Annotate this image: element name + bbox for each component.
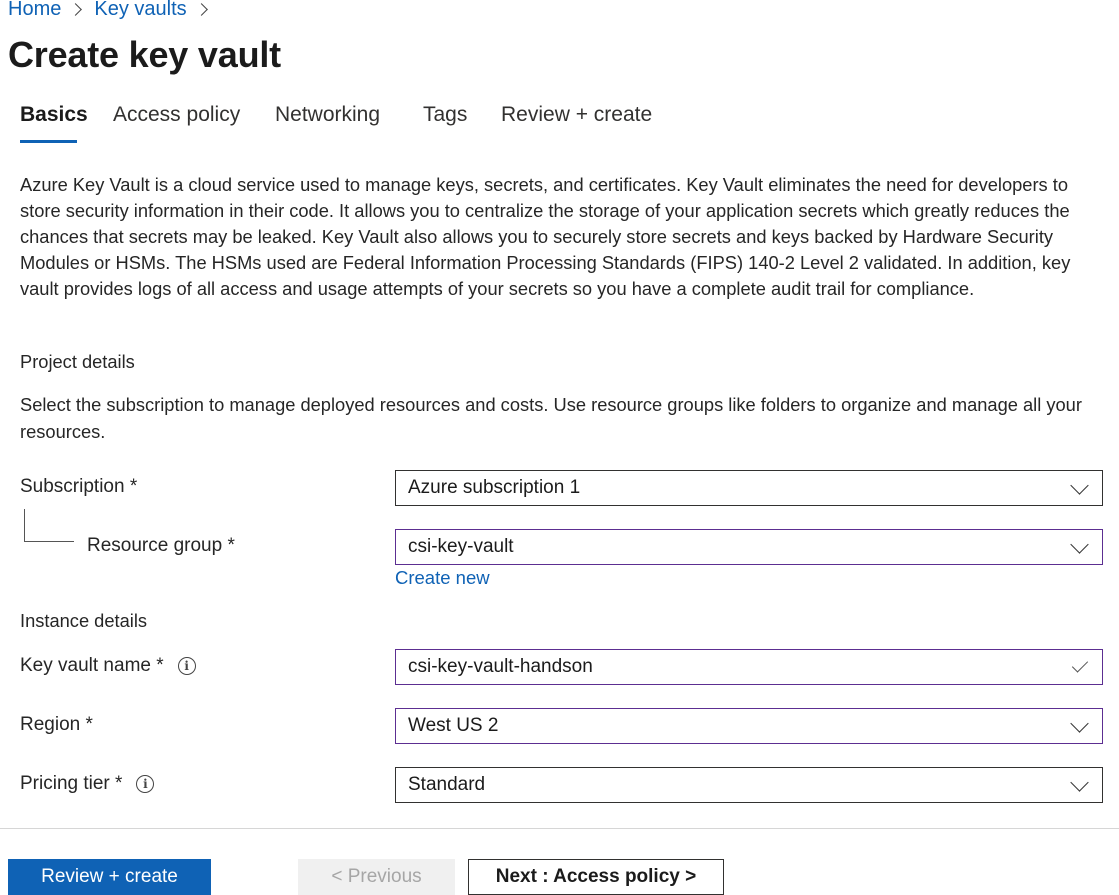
chevron-down-icon bbox=[1070, 714, 1089, 733]
next-access-policy-button[interactable]: Next : Access policy > bbox=[468, 859, 724, 895]
tree-connector bbox=[24, 509, 74, 542]
key-vault-name-input[interactable]: csi-key-vault-handson bbox=[395, 649, 1103, 685]
resource-group-label-text: Resource group * bbox=[87, 535, 235, 556]
resource-group-dropdown[interactable]: csi-key-vault bbox=[395, 529, 1103, 565]
chevron-right-icon bbox=[194, 2, 208, 16]
instance-details-heading: Instance details bbox=[20, 610, 148, 631]
chevron-down-icon bbox=[1070, 535, 1089, 554]
review-create-button[interactable]: Review + create bbox=[8, 859, 211, 895]
subscription-label-text: Subscription * bbox=[20, 476, 138, 497]
chevron-right-icon bbox=[69, 2, 83, 16]
subscription-label: Subscription * bbox=[20, 476, 137, 498]
tab-tags[interactable]: Tags bbox=[423, 103, 467, 127]
chevron-down-icon bbox=[1070, 476, 1089, 495]
tab-access-policy[interactable]: Access policy bbox=[113, 103, 240, 127]
breadcrumb-home-link[interactable]: Home bbox=[8, 0, 61, 21]
region-label: Region * bbox=[20, 714, 93, 736]
tab-networking[interactable]: Networking bbox=[275, 103, 380, 127]
key-vault-name-value: csi-key-vault-handson bbox=[408, 656, 593, 677]
region-value: West US 2 bbox=[408, 715, 499, 736]
pricing-tier-dropdown[interactable]: Standard bbox=[395, 767, 1103, 803]
resource-group-value: csi-key-vault bbox=[408, 536, 514, 557]
pricing-tier-value: Standard bbox=[408, 774, 486, 795]
service-description: Azure Key Vault is a cloud service used … bbox=[20, 174, 1071, 299]
key-vault-name-label: Key vault name * i bbox=[20, 655, 196, 677]
create-new-resource-group-link[interactable]: Create new bbox=[395, 567, 490, 589]
tab-basics[interactable]: Basics bbox=[20, 103, 88, 127]
breadcrumb: Home Key vaults bbox=[8, 0, 220, 22]
resource-group-label: Resource group * bbox=[87, 535, 235, 557]
project-details-heading: Project details bbox=[20, 351, 135, 372]
subscription-dropdown[interactable]: Azure subscription 1 bbox=[395, 470, 1103, 506]
subscription-value: Azure subscription 1 bbox=[408, 477, 581, 498]
previous-button[interactable]: < Previous bbox=[298, 859, 455, 895]
footer-divider bbox=[0, 828, 1119, 829]
info-icon[interactable]: i bbox=[136, 775, 155, 793]
region-dropdown[interactable]: West US 2 bbox=[395, 708, 1103, 744]
checkmark-icon bbox=[1071, 656, 1089, 673]
tab-review-create[interactable]: Review + create bbox=[501, 103, 652, 127]
info-icon[interactable]: i bbox=[177, 657, 196, 675]
pricing-tier-label: Pricing tier * i bbox=[20, 773, 155, 795]
pricing-tier-label-text: Pricing tier * bbox=[20, 773, 123, 794]
breadcrumb-key-vaults-link[interactable]: Key vaults bbox=[94, 0, 186, 21]
region-label-text: Region * bbox=[20, 714, 93, 735]
project-details-help: Select the subscription to manage deploy… bbox=[20, 394, 1082, 442]
chevron-down-icon bbox=[1070, 773, 1089, 792]
key-vault-name-label-text: Key vault name * bbox=[20, 655, 164, 676]
active-tab-indicator bbox=[20, 140, 77, 143]
page-title: Create key vault bbox=[8, 34, 281, 75]
